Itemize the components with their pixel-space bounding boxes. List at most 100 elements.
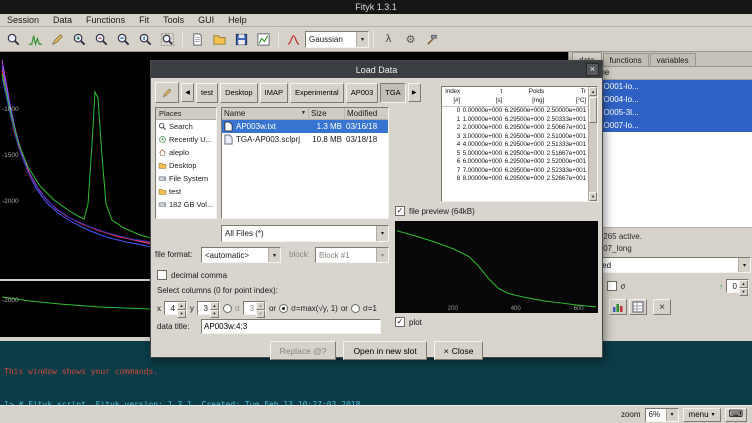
x-column-spinner[interactable]: 4▲▼ bbox=[164, 301, 187, 315]
y-column-spinner[interactable]: 3▲▼ bbox=[197, 301, 220, 315]
dialog-close-button[interactable]: × bbox=[586, 63, 599, 76]
keyboard-shortcuts-button[interactable]: ⌨ bbox=[725, 408, 747, 422]
zoom-mode-button[interactable] bbox=[3, 29, 24, 50]
add-peak-button[interactable] bbox=[283, 29, 304, 50]
table-row[interactable]: 2 2.00000e+000 6.29500e+000 2.50667e+001 bbox=[442, 124, 588, 133]
save-session-button[interactable] bbox=[231, 29, 252, 50]
place-test[interactable]: test bbox=[156, 185, 216, 198]
file-format-combo[interactable]: <automatic> ▾ bbox=[201, 247, 281, 263]
script-button[interactable] bbox=[187, 29, 208, 50]
dataset-delete-button[interactable]: × bbox=[653, 299, 671, 315]
preview-plot[interactable]: 200 400 600 bbox=[395, 221, 598, 313]
scrollbar-thumb[interactable] bbox=[589, 97, 597, 123]
table-row[interactable]: 1 1.00000e+000 6.29500e+000 2.50333e+001 bbox=[442, 116, 588, 125]
path-button-test[interactable]: test bbox=[196, 83, 218, 103]
sigma-max-radio[interactable] bbox=[279, 304, 288, 313]
path-button-imap[interactable]: IMAP bbox=[260, 83, 288, 103]
menu-item[interactable]: Fit bbox=[132, 14, 156, 26]
file-preview-toggle[interactable]: file preview (64kB) bbox=[395, 206, 475, 216]
settings-button[interactable]: ⚙ bbox=[400, 29, 421, 50]
preview-table-scr[interactable]: ▲ ▼ bbox=[588, 87, 597, 201]
data-title-label: data title: bbox=[157, 322, 189, 331]
zoom-horizontal-button[interactable] bbox=[113, 29, 134, 50]
tab-functions[interactable]: functions bbox=[603, 53, 649, 66]
type-location-button[interactable] bbox=[155, 82, 179, 103]
dataset-table-button[interactable] bbox=[629, 299, 647, 315]
place-home[interactable]: aleplo bbox=[156, 146, 216, 159]
define-function-button[interactable]: λ bbox=[378, 29, 399, 50]
data-preview-table: IndextPoidsTr [#][s][mg][°C] 0 0.00000e+… bbox=[441, 86, 598, 202]
menu-item[interactable]: Data bbox=[46, 14, 79, 26]
zoom-vertical-button[interactable] bbox=[135, 29, 156, 50]
dialog-titlebar[interactable]: Load Data × bbox=[151, 61, 602, 78]
sigma-checkbox[interactable] bbox=[607, 281, 617, 291]
path-button-tga-active[interactable]: TGA bbox=[380, 83, 405, 103]
hammer-icon bbox=[425, 32, 440, 47]
table-row[interactable]: 0 0.00000e+000 6.29500e+000 2.50000e+001 bbox=[442, 107, 588, 116]
path-button-experimental[interactable]: Experimental bbox=[290, 83, 344, 103]
data-view-mode-button[interactable] bbox=[25, 29, 46, 50]
scroll-down-icon[interactable]: ▼ bbox=[589, 192, 597, 201]
plot-checkbox[interactable] bbox=[395, 317, 405, 327]
spinner-arrows-icon[interactable]: ▲▼ bbox=[739, 280, 748, 292]
place-search[interactable]: Search bbox=[156, 120, 216, 133]
edit-mode-button[interactable] bbox=[47, 29, 68, 50]
point-size-spinner[interactable]: 0 ▲▼ bbox=[726, 279, 749, 293]
menu-item[interactable]: Functions bbox=[79, 14, 132, 26]
column-header-filename[interactable]: Name▼ bbox=[222, 108, 308, 119]
spinner-arrows-icon[interactable]: ▲▼ bbox=[210, 302, 219, 314]
zoom-combo[interactable]: 6% ▾ bbox=[645, 408, 679, 422]
menu-item[interactable]: Session bbox=[0, 14, 46, 26]
function-type-combo[interactable]: Gaussian ▾ bbox=[305, 31, 369, 48]
path-back-button[interactable]: ◀ bbox=[181, 83, 194, 102]
place-desktop[interactable]: Desktop bbox=[156, 159, 216, 172]
file-row[interactable]: TGA-AP003.sclprj 10.8 MB 03/18/18 bbox=[222, 133, 388, 146]
dropdown-arrow-icon: ▾ bbox=[666, 409, 678, 421]
table-row[interactable]: 5 5.00000e+000 6.29500e+000 2.51667e+001 bbox=[442, 150, 588, 159]
menu-item[interactable]: Tools bbox=[156, 14, 191, 26]
decimal-comma-toggle[interactable]: decimal comma bbox=[157, 270, 227, 280]
table-row[interactable]: 6 6.00000e+000 6.29500e+000 2.52000e+001 bbox=[442, 158, 588, 167]
sigma-one-radio[interactable] bbox=[351, 304, 360, 313]
tools-button[interactable] bbox=[422, 29, 443, 50]
table-row[interactable]: 3 3.00000e+000 6.29500e+000 2.51000e+001 bbox=[442, 133, 588, 142]
table-row[interactable]: 4 4.00000e+000 6.29500e+000 2.51333e+001 bbox=[442, 141, 588, 150]
zoom-out-button[interactable] bbox=[91, 29, 112, 50]
zoom-in-button[interactable] bbox=[69, 29, 90, 50]
column-header-size[interactable]: Size bbox=[308, 108, 344, 119]
tab-variables[interactable]: variables bbox=[650, 53, 696, 66]
open-in-new-slot-button[interactable]: Open in new slot bbox=[343, 341, 426, 360]
table-row[interactable]: 7 7.00000e+000 6.29500e+000 2.52333e+001 bbox=[442, 167, 588, 176]
open-session-button[interactable] bbox=[209, 29, 230, 50]
decimal-comma-checkbox[interactable] bbox=[157, 270, 167, 280]
data-title-input[interactable] bbox=[201, 319, 381, 334]
place-volume[interactable]: 182 GB Vol... bbox=[156, 198, 216, 211]
sigma-column-radio[interactable] bbox=[223, 304, 232, 313]
dropdown-arrow-icon: ▾ bbox=[376, 248, 388, 262]
shift-up-icon[interactable]: ↑ bbox=[719, 282, 723, 291]
export-chart-button[interactable] bbox=[253, 29, 274, 50]
folder-icon bbox=[158, 161, 167, 170]
close-button[interactable]: ×Close bbox=[434, 341, 484, 360]
menu-button[interactable]: menu ▾ bbox=[683, 408, 721, 422]
path-forward-button[interactable]: ▶ bbox=[408, 83, 421, 102]
place-file-system[interactable]: File System bbox=[156, 172, 216, 185]
menu-item[interactable]: GUI bbox=[191, 14, 221, 26]
column-header-name[interactable]: Name bbox=[585, 67, 752, 79]
scroll-up-icon[interactable]: ▲ bbox=[589, 87, 597, 96]
column-header-modified[interactable]: Modified bbox=[344, 108, 388, 119]
file-preview-checkbox[interactable] bbox=[395, 206, 405, 216]
table-row[interactable]: 8 8.00000e+000 6.29500e+000 2.52667e+001 bbox=[442, 175, 588, 184]
path-button-ap003[interactable]: AP003 bbox=[346, 83, 379, 103]
file-row-selected[interactable]: AP003w.txt 1.3 MB 03/16/18 bbox=[222, 120, 388, 133]
dataset-plot-style-button[interactable] bbox=[609, 299, 627, 315]
path-button-desktop[interactable]: Desktop bbox=[220, 83, 258, 103]
menu-item[interactable]: Help bbox=[221, 14, 254, 26]
plot-toggle[interactable]: plot bbox=[395, 317, 422, 327]
replace-button[interactable]: Replace @? bbox=[270, 341, 337, 360]
or-label: or bbox=[341, 304, 348, 313]
file-filter-combo[interactable]: All Files (*) ▾ bbox=[221, 225, 389, 242]
spinner-arrows-icon[interactable]: ▲▼ bbox=[177, 302, 186, 314]
zoom-all-button[interactable] bbox=[157, 29, 178, 50]
place-recently-used[interactable]: Recently U... bbox=[156, 133, 216, 146]
